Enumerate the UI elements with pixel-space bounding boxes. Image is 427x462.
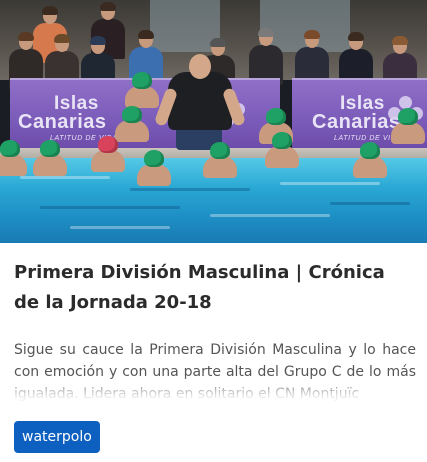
excerpt-fade [14,375,416,405]
article-image[interactable]: Islas Canarias LATITUD DE VIDA Islas Can… [0,0,427,243]
article-title[interactable]: Primera División Masculina | Crónica de … [14,258,416,318]
article-excerpt-container: Sigue su cauce la Primera División Mascu… [14,339,416,405]
tag-waterpolo[interactable]: waterpolo [14,421,100,453]
news-card[interactable]: Islas Canarias LATITUD DE VIDA Islas Can… [0,0,427,462]
